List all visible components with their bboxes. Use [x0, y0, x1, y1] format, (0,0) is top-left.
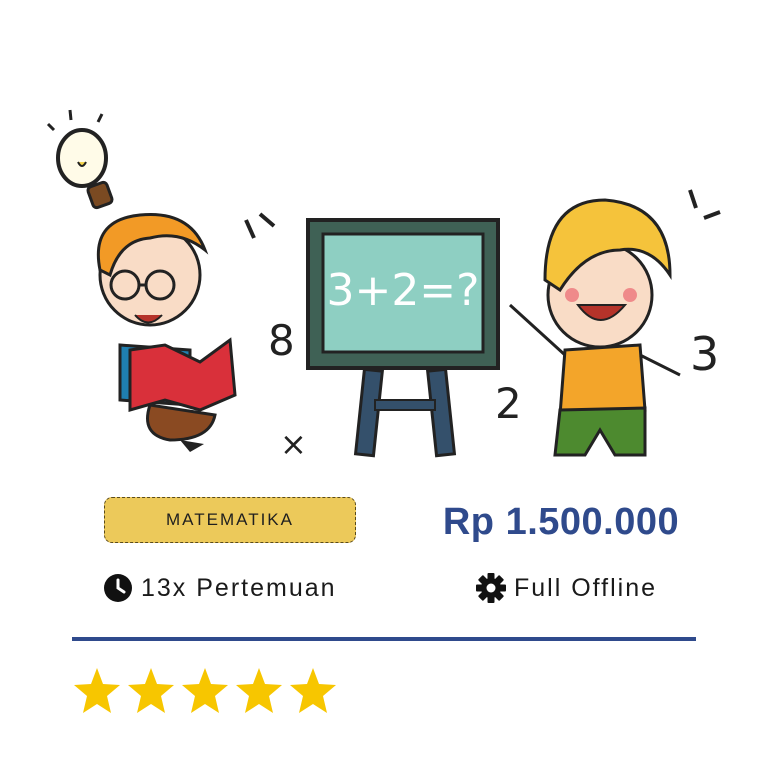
- svg-text:×: ×: [280, 425, 307, 463]
- divider: [72, 637, 696, 641]
- star-icon: [128, 668, 174, 713]
- floating-times: ×: [280, 425, 307, 463]
- kids-math-illustration: 8 × 2 3 3+2=?: [46, 109, 721, 463]
- lightbulb-icon: [46, 109, 114, 210]
- mode-info: Full Offline: [476, 570, 657, 606]
- course-price: Rp 1.500.000: [442, 500, 680, 543]
- floating-three: 3: [690, 327, 719, 381]
- star-rating: [72, 666, 338, 716]
- blackboard: 3+2=?: [306, 218, 500, 458]
- reading-kid: [96, 212, 237, 452]
- floating-eight: 8: [268, 316, 295, 365]
- mode-label: Full Offline: [514, 573, 658, 602]
- star-icon: [182, 668, 228, 713]
- svg-text:2: 2: [495, 379, 522, 428]
- blackboard-equation: 3+2=?: [326, 265, 479, 316]
- svg-text:8: 8: [268, 316, 295, 365]
- gear-icon: [476, 573, 506, 603]
- sessions-info: 13x Pertemuan: [103, 570, 337, 606]
- floating-two: 2: [495, 379, 522, 428]
- sessions-label: 13x Pertemuan: [141, 573, 337, 602]
- subject-badge: MATEMATIKA: [104, 497, 356, 543]
- svg-text:3: 3: [690, 327, 719, 381]
- star-icon: [74, 668, 120, 713]
- star-icon: [290, 668, 336, 713]
- clock-icon: [104, 574, 132, 602]
- star-icon: [236, 668, 282, 713]
- pointing-kid: [508, 198, 681, 457]
